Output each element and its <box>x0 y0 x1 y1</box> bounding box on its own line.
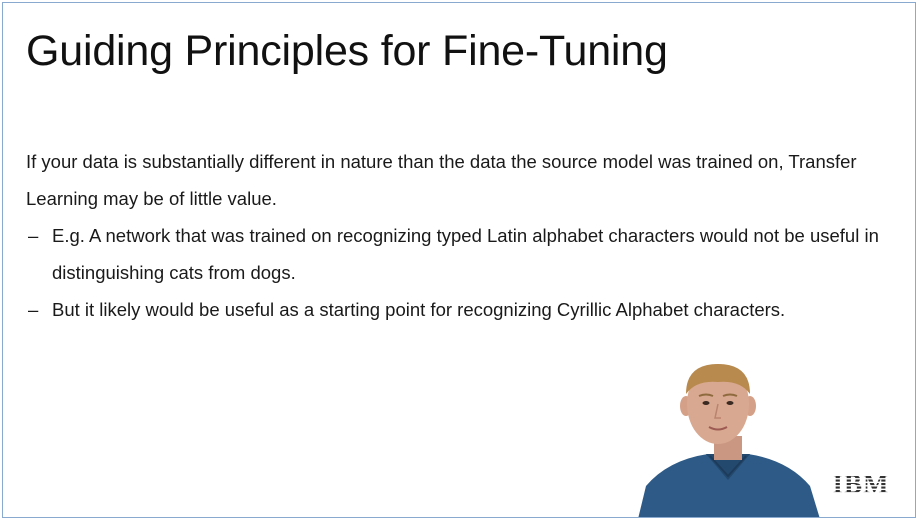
bullet-text: But it likely would be useful as a start… <box>52 299 786 320</box>
slide-title: Guiding Principles for Fine-Tuning <box>26 27 668 75</box>
bullet-dash: – <box>28 299 39 320</box>
presenter-figure <box>638 364 820 517</box>
presenter-video <box>628 358 828 517</box>
svg-text:IBM: IBM <box>833 469 890 497</box>
slide-frame: Guiding Principles for Fine-Tuning If yo… <box>2 2 916 518</box>
bullet-item: – E.g. A network that was trained on rec… <box>26 217 886 291</box>
ibm-logo: IBM <box>833 469 890 497</box>
bullet-dash: – <box>28 225 39 246</box>
bullet-text: E.g. A network that was trained on recog… <box>52 225 879 283</box>
slide-body: If your data is substantially different … <box>26 143 886 328</box>
intro-paragraph: If your data is substantially different … <box>26 151 857 209</box>
bullet-item: – But it likely would be useful as a sta… <box>26 291 886 328</box>
